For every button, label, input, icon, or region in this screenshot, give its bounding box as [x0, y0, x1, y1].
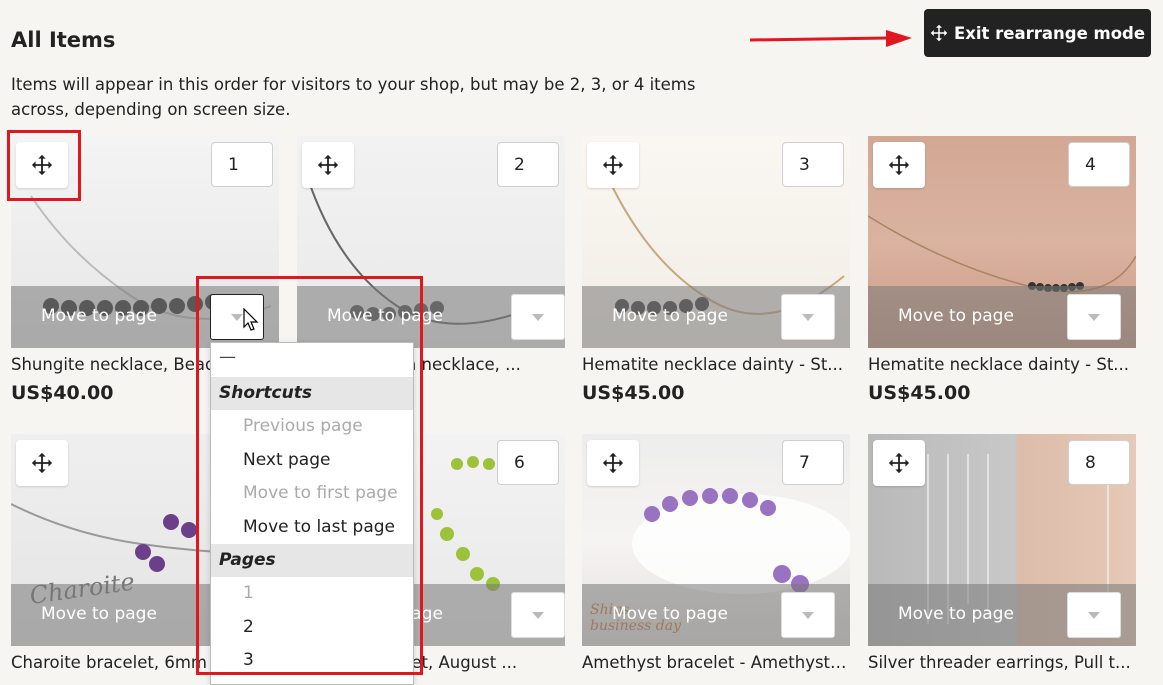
annotation-arrow — [749, 30, 912, 47]
move-to-page-bar: Move to page — [868, 286, 1136, 348]
move-to-page-bar: Move to page — [582, 584, 850, 646]
item-title[interactable]: Hematite necklace dainty - St... — [582, 355, 850, 374]
chevron-down-icon — [1088, 611, 1100, 619]
move-to-page-label: Move to page — [898, 604, 1014, 624]
chevron-down-icon — [802, 313, 814, 321]
item-title[interactable]: Hematite necklace dainty - St... — [868, 355, 1136, 374]
page-select[interactable] — [1067, 294, 1121, 340]
drag-handle[interactable] — [587, 142, 639, 188]
move-arrows-icon — [317, 154, 339, 176]
drag-handle[interactable] — [16, 440, 68, 486]
mouse-cursor-icon — [243, 308, 259, 331]
position-input[interactable]: 8 — [1068, 440, 1130, 485]
drag-handle[interactable] — [302, 142, 354, 188]
move-arrows-icon — [888, 452, 910, 474]
exit-rearrange-button[interactable]: Exit rearrange mode — [924, 9, 1151, 57]
page-select[interactable] — [511, 294, 565, 340]
item-image: 3 Move to page — [582, 136, 850, 348]
item-image: 4 Move to page — [868, 136, 1136, 348]
item-price: US$45.00 — [868, 382, 971, 404]
page-select[interactable] — [781, 592, 835, 638]
chevron-down-icon — [1088, 313, 1100, 321]
position-input[interactable]: 1 — [211, 142, 273, 187]
chevron-down-icon — [532, 611, 544, 619]
item-image: 8 Move to page — [868, 434, 1136, 646]
drag-handle[interactable] — [873, 142, 925, 188]
move-arrows-icon — [602, 154, 624, 176]
move-to-page-label: Move to page — [41, 604, 157, 624]
position-input[interactable]: 4 — [1068, 142, 1130, 187]
page-select[interactable] — [1067, 592, 1121, 638]
item-title[interactable]: Silver threader earrings, Pull t... — [868, 653, 1136, 672]
annotation-highlight-dropdown — [196, 276, 423, 675]
drag-handle[interactable] — [873, 440, 925, 486]
item-image: Ships business day 7 Move to page — [582, 434, 850, 646]
move-to-page-label: Move to page — [612, 306, 728, 326]
exit-rearrange-label: Exit rearrange mode — [953, 23, 1146, 43]
page-title: All Items — [11, 28, 116, 52]
page-select[interactable] — [781, 294, 835, 340]
position-input[interactable]: 3 — [782, 142, 844, 187]
drag-handle[interactable] — [587, 440, 639, 486]
move-arrows-icon — [31, 452, 53, 474]
position-input[interactable]: 2 — [497, 142, 559, 187]
item-title[interactable]: Amethyst bracelet - Amethyst ... — [582, 653, 850, 672]
move-to-page-label: Move to page — [898, 306, 1014, 326]
move-arrows-icon — [930, 24, 948, 42]
move-to-page-bar: Move to page — [868, 584, 1136, 646]
position-input[interactable]: 6 — [497, 440, 559, 485]
move-to-page-label: Move to page — [612, 604, 728, 624]
page-description: Items will appear in this order for visi… — [11, 75, 696, 119]
annotation-highlight-drag-handle — [7, 130, 81, 201]
position-input[interactable]: 7 — [782, 440, 844, 485]
item-price: US$40.00 — [11, 382, 114, 404]
move-to-page-label: Move to page — [41, 306, 157, 326]
chevron-down-icon — [802, 611, 814, 619]
move-arrows-icon — [888, 154, 910, 176]
item-price: US$45.00 — [582, 382, 685, 404]
page-select[interactable] — [511, 592, 565, 638]
move-arrows-icon — [602, 452, 624, 474]
move-to-page-bar: Move to page — [582, 286, 850, 348]
chevron-down-icon — [532, 313, 544, 321]
